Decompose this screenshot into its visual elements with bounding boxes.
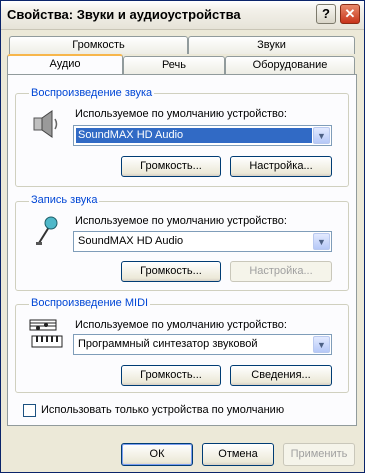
midi-volume-button[interactable]: Громкость...: [121, 365, 221, 386]
recording-group-title: Запись звука: [29, 194, 100, 206]
microphone-icon: [31, 213, 63, 250]
tab-audio[interactable]: Аудио: [7, 54, 123, 74]
window-title: Свойства: Звуки и аудиоустройства: [7, 7, 241, 22]
playback-device-value: SoundMAX HD Audio: [76, 128, 312, 143]
chevron-down-icon[interactable]: ▼: [313, 127, 330, 144]
help-button[interactable]: ?: [316, 4, 336, 24]
apply-button[interactable]: Применить: [283, 443, 355, 466]
checkbox-box[interactable]: [23, 404, 36, 417]
tab-hardware[interactable]: Оборудование: [225, 56, 355, 74]
tab-volume-label: Громкость: [72, 39, 125, 51]
playback-volume-button[interactable]: Громкость...: [121, 156, 221, 177]
midi-device-select[interactable]: Программный синтезатор звуковой ▼: [73, 334, 332, 355]
midi-info-button[interactable]: Сведения...: [230, 365, 332, 386]
tab-sounds-label: Звуки: [257, 39, 286, 51]
recording-volume-button[interactable]: Громкость...: [121, 261, 221, 282]
sound-properties-dialog: Свойства: Звуки и аудиоустройства ? ✕ Гр…: [0, 0, 365, 473]
tab-speech[interactable]: Речь: [123, 56, 225, 74]
tab-speech-label: Речь: [161, 59, 187, 71]
use-only-default-label: Использовать только устройства по умолча…: [41, 404, 285, 416]
recording-device-select[interactable]: SoundMAX HD Audio ▼: [73, 231, 332, 252]
playback-settings-button[interactable]: Настройка...: [230, 156, 332, 177]
playback-default-label: Используемое по умолчанию устройство:: [75, 108, 287, 120]
tab-hardware-label: Оборудование: [252, 59, 328, 71]
cancel-button[interactable]: Отмена: [202, 443, 274, 466]
midi-default-label: Используемое по умолчанию устройство:: [75, 319, 287, 331]
close-button[interactable]: ✕: [340, 4, 360, 24]
chevron-down-icon[interactable]: ▼: [313, 233, 330, 250]
tab-audio-label: Аудио: [49, 58, 81, 70]
tab-volume[interactable]: Громкость: [9, 36, 188, 54]
recording-device-value: SoundMAX HD Audio: [78, 235, 184, 247]
speaker-icon: [29, 107, 63, 144]
chevron-down-icon[interactable]: ▼: [313, 336, 330, 353]
playback-group-title: Воспроизведение звука: [29, 87, 155, 99]
recording-default-label: Используемое по умолчанию устройство:: [75, 215, 287, 227]
title-bar[interactable]: Свойства: Звуки и аудиоустройства ? ✕: [1, 1, 364, 30]
recording-settings-button[interactable]: Настройка...: [230, 261, 332, 282]
ok-button[interactable]: ОК: [121, 443, 193, 466]
midi-device-value: Программный синтезатор звуковой: [78, 338, 258, 350]
midi-keyboard-icon: [28, 318, 64, 353]
playback-device-select[interactable]: SoundMAX HD Audio ▼: [73, 125, 332, 146]
midi-group-title: Воспроизведение MIDI: [29, 297, 151, 309]
tab-sounds[interactable]: Звуки: [188, 36, 355, 54]
